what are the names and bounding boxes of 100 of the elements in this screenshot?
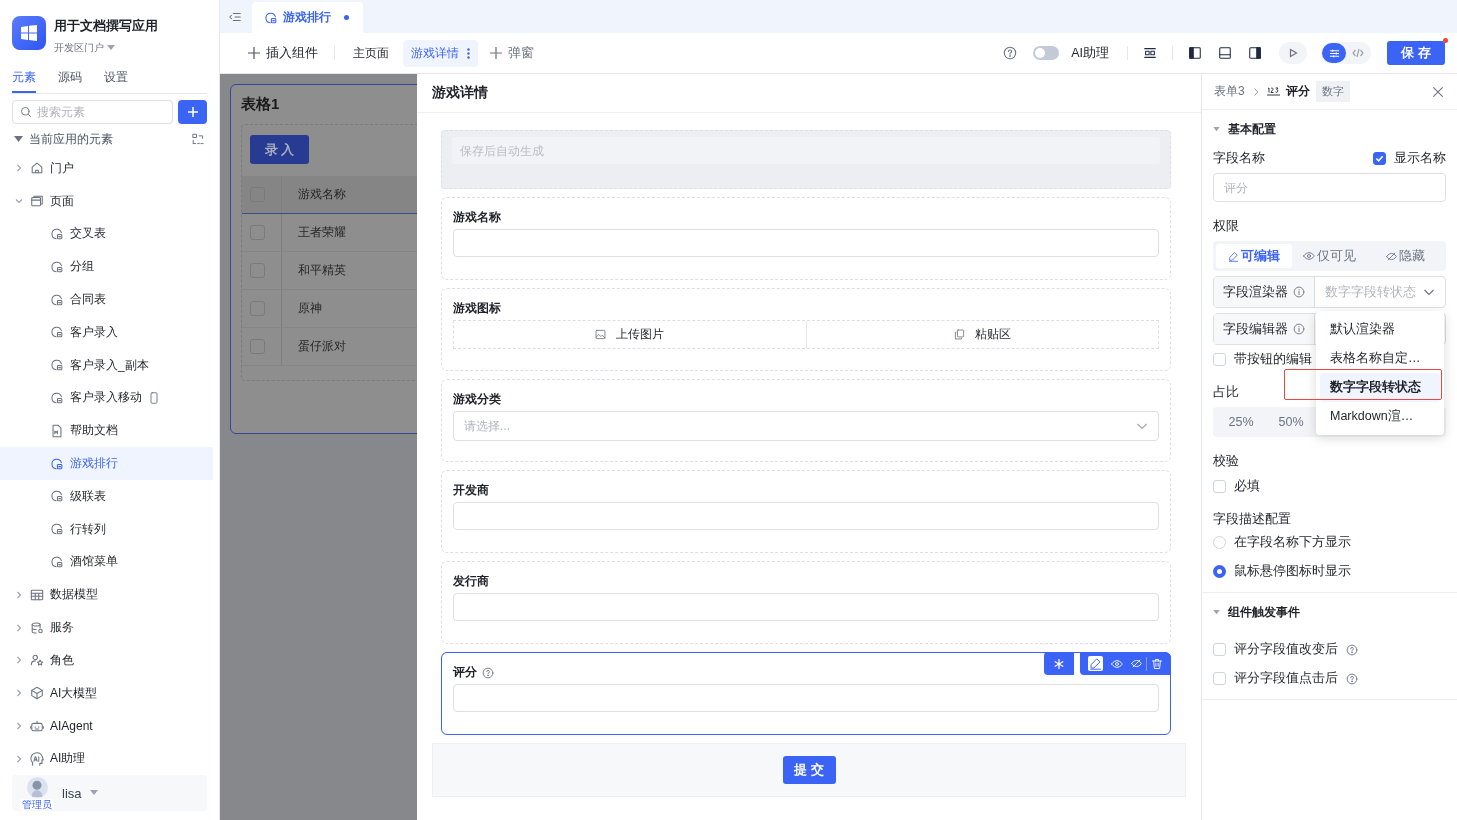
tree-item[interactable]: 服务 xyxy=(0,611,213,644)
editor-tab[interactable]: 游戏排行 xyxy=(252,2,363,33)
tree-item[interactable]: 数据模型 xyxy=(0,578,213,612)
form-field-card[interactable]: 游戏图标 上传图片 粘贴区 xyxy=(441,288,1171,371)
ai-toggle[interactable] xyxy=(1033,46,1060,60)
tree-item[interactable]: 客户录入移动 xyxy=(0,381,213,415)
field-name-input[interactable]: 评分 xyxy=(1213,173,1446,202)
window-icon xyxy=(30,194,44,209)
chevron-icon[interactable] xyxy=(14,163,24,174)
paste-area-button[interactable]: 粘贴区 xyxy=(805,321,1158,348)
plus-icon xyxy=(248,47,260,59)
form-field-card[interactable]: 评分 xyxy=(441,652,1171,735)
form-field-card[interactable]: 发行商 xyxy=(441,561,1171,644)
form-field-card[interactable]: 游戏分类 请选择... xyxy=(441,379,1171,462)
page-tab[interactable]: 主页面 xyxy=(345,39,397,67)
field-label: 游戏图标 xyxy=(453,300,501,317)
form-field-card[interactable]: 开发商 xyxy=(441,470,1171,553)
table-cell: 王者荣耀 xyxy=(281,214,346,251)
tree-item[interactable]: 门户 xyxy=(0,152,213,185)
chevron-icon[interactable] xyxy=(14,655,24,666)
text-field[interactable] xyxy=(453,684,1159,712)
required-button[interactable] xyxy=(1044,652,1074,675)
tree-item[interactable]: 客户录入 xyxy=(0,316,213,349)
text-field[interactable] xyxy=(453,502,1159,530)
sidebar-tab[interactable]: 源码 xyxy=(58,65,82,93)
save-button[interactable]: 保 存 xyxy=(1387,41,1445,65)
search-icon xyxy=(20,106,32,118)
tree-item[interactable]: 交叉表 xyxy=(0,217,213,251)
trash-icon xyxy=(1151,657,1163,670)
tree-item[interactable]: 客户录入_副本 xyxy=(0,348,213,382)
tree-item[interactable]: AI助理 xyxy=(0,742,213,776)
tree-item[interactable]: AI大模型 xyxy=(0,676,213,710)
caret-icon xyxy=(107,45,115,51)
tree-item[interactable]: 行转列 xyxy=(0,512,213,546)
tree-item[interactable]: 页面 xyxy=(0,184,213,218)
submit-button[interactable]: 提 交 xyxy=(782,756,836,784)
settings-mode-button[interactable] xyxy=(1322,43,1346,63)
chevron-icon[interactable] xyxy=(14,753,24,764)
text-field[interactable] xyxy=(453,593,1159,621)
phone-icon xyxy=(148,391,160,404)
number-type-icon xyxy=(1266,87,1280,96)
dropdown-option[interactable]: 数字字段转状态 xyxy=(1320,373,1440,402)
checkbox[interactable] xyxy=(1373,152,1386,165)
caret-icon[interactable] xyxy=(14,136,23,143)
page-icon xyxy=(50,456,64,471)
chevron-icon[interactable] xyxy=(14,622,24,633)
close-icon xyxy=(1431,84,1445,99)
text-field[interactable] xyxy=(453,229,1159,257)
caret-icon[interactable] xyxy=(1213,127,1220,132)
chevron-icon[interactable] xyxy=(14,720,24,731)
preview-button[interactable] xyxy=(1279,42,1307,64)
tree-item[interactable]: 分组 xyxy=(0,250,213,284)
caret-icon xyxy=(89,790,98,797)
pencil-icon xyxy=(1227,250,1239,262)
add-dialog-button[interactable]: 弹窗 xyxy=(484,40,540,66)
add-button[interactable] xyxy=(178,100,207,124)
robot-icon xyxy=(30,718,44,733)
dropdown-option[interactable]: 表格名称自定… xyxy=(1320,344,1440,373)
eye-off-icon xyxy=(1131,658,1142,669)
user-name[interactable]: lisa xyxy=(62,785,82,801)
page-tab[interactable]: 游戏详情 xyxy=(403,39,478,67)
ratio-option[interactable]: 25% xyxy=(1216,410,1266,434)
entry-button[interactable]: 录 入 xyxy=(250,135,309,164)
tree-item[interactable]: 角色 xyxy=(0,643,213,677)
dropdown-option[interactable]: Markdown渲… xyxy=(1320,402,1440,431)
tree-item[interactable]: 酒馆菜单 xyxy=(0,545,213,579)
radio-button[interactable] xyxy=(1213,565,1226,578)
insert-component-button[interactable]: 插入组件 xyxy=(242,40,324,66)
table-cell: 原神 xyxy=(281,290,322,327)
tree-item[interactable]: 游戏排行 xyxy=(0,447,213,480)
sliders-icon xyxy=(1328,47,1340,59)
form-field-card[interactable]: 游戏名称 xyxy=(441,197,1171,280)
permission-option[interactable]: 隐藏 xyxy=(1367,244,1443,268)
asterisk-icon xyxy=(1054,658,1064,669)
page-icon xyxy=(50,227,64,241)
caret-icon[interactable] xyxy=(1213,610,1220,615)
sidebar-tab[interactable]: 元素 xyxy=(12,65,36,93)
permission-option[interactable]: 仅可见 xyxy=(1291,244,1368,268)
ratio-option[interactable]: 50% xyxy=(1266,410,1316,434)
permission-option[interactable]: 可编辑 xyxy=(1216,244,1292,268)
tree-item[interactable]: AIAgent xyxy=(0,709,213,743)
tree-item[interactable]: 帮助文档 xyxy=(0,414,213,448)
type-tag: 数字 xyxy=(1315,81,1350,102)
upload-image-button[interactable]: 上传图片 xyxy=(454,321,806,348)
plus-icon xyxy=(490,47,502,59)
dropdown-option[interactable]: 默认渲染器 xyxy=(1320,315,1440,344)
field-label: 校验 xyxy=(1213,453,1239,470)
swap-icon xyxy=(192,133,205,146)
tree-item[interactable]: 合同表 xyxy=(0,283,213,316)
search-field[interactable]: 搜索元素 xyxy=(12,100,173,124)
portal-selector[interactable]: 开发区门户 xyxy=(54,41,104,55)
checkbox-label: 带按钮的编辑 xyxy=(1234,351,1312,368)
table-cell: 蛋仔派对 xyxy=(281,328,346,365)
tree-item[interactable]: 级联表 xyxy=(0,479,213,513)
field-name: 评分 xyxy=(1285,83,1310,100)
user-avatar[interactable] xyxy=(26,776,48,798)
chevron-icon[interactable] xyxy=(14,589,24,600)
breadcrumb-item[interactable]: 表单3 xyxy=(1214,83,1245,100)
sidebar-tab[interactable]: 设置 xyxy=(104,65,128,93)
chevron-icon[interactable] xyxy=(14,688,24,699)
